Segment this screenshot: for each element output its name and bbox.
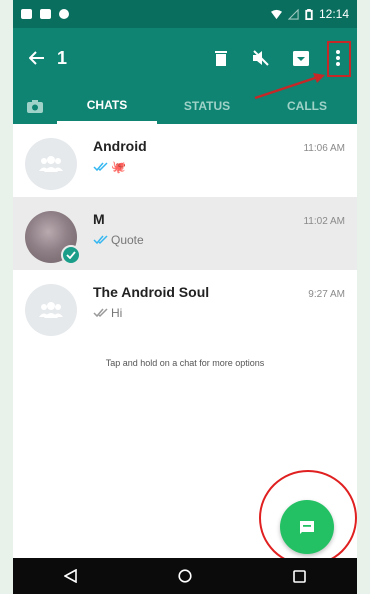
selection-toolbar: 1 [13, 28, 357, 88]
gallery-notification-icon [21, 9, 32, 19]
tab-camera[interactable] [13, 88, 57, 124]
selected-count: 1 [57, 47, 68, 68]
contact-avatar [25, 211, 81, 265]
signal-icon [287, 8, 299, 20]
mute-icon [253, 50, 269, 66]
app-notification-icon [40, 9, 51, 19]
group-avatar [25, 284, 77, 336]
nav-home-button[interactable] [165, 558, 205, 594]
double-check-icon [93, 235, 109, 245]
phone-screen: 12:14 1 CHATS STATUS CALLS Android 11:06… [13, 0, 357, 594]
arrow-left-icon [29, 51, 44, 65]
tab-chats[interactable]: CHATS [57, 88, 157, 124]
new-chat-button[interactable] [280, 500, 334, 554]
wifi-icon [270, 9, 282, 19]
tab-calls[interactable]: CALLS [257, 88, 357, 124]
chat-time: 11:02 AM [303, 216, 345, 227]
group-avatar [25, 138, 77, 190]
hint-text: Tap and hold on a chat for more options [105, 358, 265, 368]
message-preview: Hi [111, 306, 123, 320]
chat-name: Android [93, 138, 147, 154]
back-button[interactable] [13, 34, 61, 82]
group-icon [39, 302, 63, 318]
camera-icon [27, 99, 43, 113]
square-recents-icon [293, 569, 306, 583]
circle-home-icon [178, 569, 192, 583]
new-chat-icon [300, 521, 314, 534]
clock: 12:14 [318, 7, 349, 21]
chat-time: 9:27 AM [308, 289, 345, 300]
double-check-icon [93, 162, 109, 172]
nav-back-button[interactable] [50, 558, 90, 594]
status-bar: 12:14 [13, 0, 357, 28]
chat-row-the-android-soul[interactable]: The Android Soul 9:27 AM Hi [13, 270, 357, 343]
trash-icon [215, 50, 227, 66]
double-check-icon [93, 308, 109, 318]
mute-button[interactable] [241, 34, 281, 82]
notification-icons [21, 9, 69, 19]
archive-button[interactable] [281, 34, 321, 82]
message-preview: Quote [111, 233, 144, 247]
message-emoji: 🐙 [111, 160, 126, 174]
system-indicators: 12:14 [270, 7, 349, 21]
chat-name: M [93, 211, 105, 227]
annotation-highlight-box [327, 41, 351, 77]
more-options-button[interactable] [321, 34, 355, 82]
chat-row-m[interactable]: M 11:02 AM Quote [13, 197, 357, 270]
group-icon [39, 156, 63, 172]
tab-bar: CHATS STATUS CALLS [13, 88, 357, 124]
battery-icon [305, 8, 313, 20]
navigation-bar [13, 558, 357, 594]
chat-name: The Android Soul [93, 284, 210, 300]
delete-button[interactable] [201, 34, 241, 82]
selected-check-icon [61, 245, 81, 265]
android-notification-icon [59, 9, 69, 19]
tab-status[interactable]: STATUS [157, 88, 257, 124]
archive-icon [293, 50, 309, 66]
chat-time: 11:06 AM [303, 143, 345, 154]
chat-row-android[interactable]: Android 11:06 AM 🐙 [13, 124, 357, 197]
triangle-back-icon [63, 569, 77, 583]
chat-list: Android 11:06 AM 🐙 M 11:02 AM Quote The … [13, 124, 357, 343]
nav-recents-button[interactable] [280, 558, 320, 594]
